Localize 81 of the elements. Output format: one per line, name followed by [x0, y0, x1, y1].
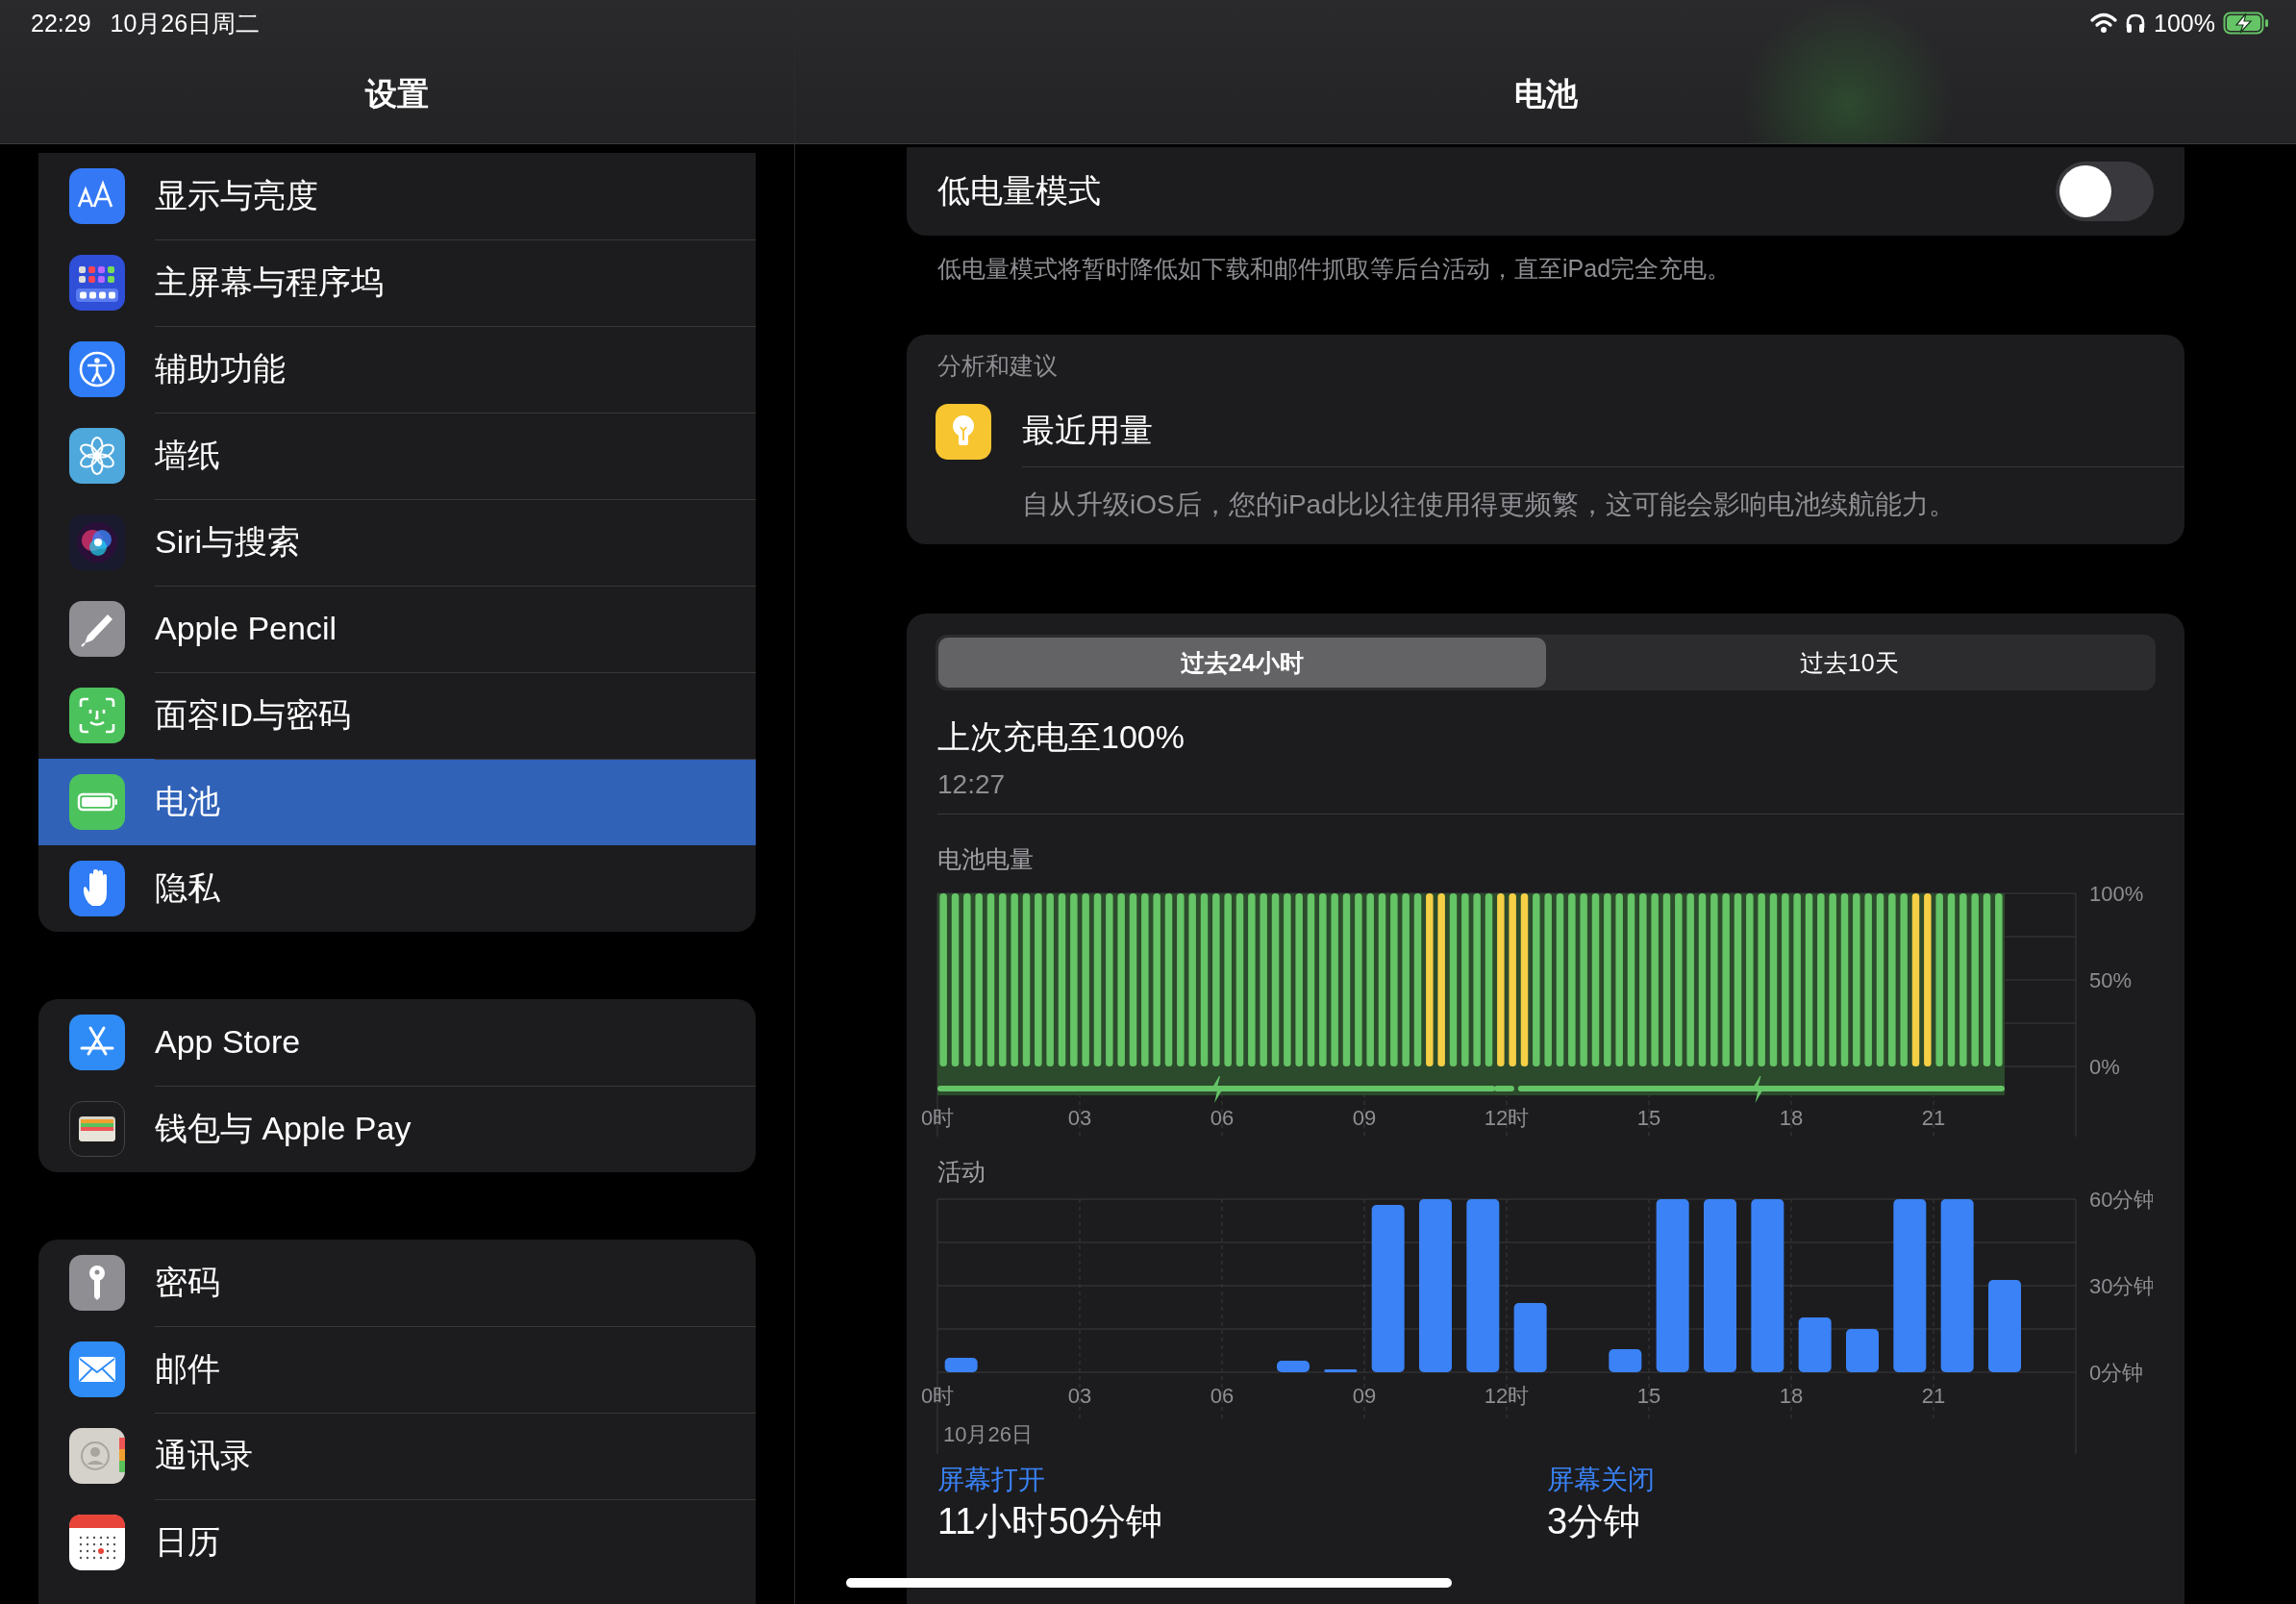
activity-bar	[1513, 1303, 1547, 1372]
last-charge-label: 上次充电至100%	[937, 717, 1185, 757]
footnote: 低电量模式将暂时降低如下载和邮件抓取等后台活动，直至iPad完全充电。	[936, 254, 1733, 284]
insight-title: 最近用量	[1022, 411, 1153, 450]
axis-label: 0分钟	[2089, 1361, 2144, 1385]
insight-description: 自从升级iOS后，您的iPad比以往使用得更频繁，这可能会影响电池续航能力。	[1021, 489, 1957, 521]
contact-card-icon	[69, 1428, 125, 1484]
chart-title: 活动	[937, 1157, 986, 1187]
sidebar-item[interactable]: Apple Pencil	[38, 586, 756, 672]
sidebar-item[interactable]: 通讯录	[38, 1413, 756, 1499]
face-scan-icon	[69, 688, 125, 743]
axis-label: 0%	[2089, 1055, 2120, 1079]
headphones-icon	[2125, 13, 2147, 34]
axis-label: 12时	[1484, 1106, 1530, 1130]
sidebar-item[interactable]: 邮件	[38, 1326, 756, 1413]
siri-orb-icon	[69, 514, 125, 570]
activity-bar	[1846, 1329, 1879, 1372]
sidebar-item[interactable]: 隐私	[38, 845, 756, 932]
wifi-icon	[2090, 13, 2118, 34]
axis-label: 21	[1921, 1106, 1946, 1130]
sidebar-item[interactable]: 墙纸	[38, 413, 756, 499]
axis-label: 06	[1210, 1384, 1235, 1408]
axis-label: 100%	[2089, 882, 2144, 906]
segment-tab[interactable]: 过去24小时	[938, 638, 1546, 688]
axis-label: 0时	[920, 1384, 955, 1408]
battery-percentage: 100%	[2154, 9, 2215, 38]
raised-hand-icon	[69, 861, 125, 916]
axis-label: 18	[1779, 1384, 1804, 1408]
sidebar-title: 设置	[365, 75, 429, 113]
activity-bar	[944, 1358, 978, 1372]
status-time: 22:29	[31, 9, 91, 38]
status-date: 10月26日周二	[110, 8, 261, 38]
key-icon	[69, 1255, 125, 1311]
activity-bar	[1798, 1317, 1832, 1372]
battery-icon	[69, 774, 125, 830]
axis-label: 0时	[920, 1106, 955, 1130]
segment-tab[interactable]: 过去10天	[1545, 638, 2153, 688]
calendar-icon	[69, 1515, 125, 1570]
axis-label: 18	[1779, 1106, 1804, 1130]
text-size-icon	[69, 168, 125, 224]
activity-bar	[1609, 1349, 1642, 1372]
app-store-icon	[69, 1015, 125, 1070]
chart-title: 电池电量	[937, 844, 1035, 874]
section-header: 分析和建议	[936, 351, 1059, 381]
accessibility-icon	[69, 341, 125, 397]
sidebar-item[interactable]: 面容ID与密码	[38, 672, 756, 759]
stat-value: 11小时50分钟	[937, 1502, 1162, 1542]
axis-label: 15	[1636, 1384, 1661, 1408]
sidebar-item[interactable]: App Store	[38, 999, 756, 1086]
flower-icon	[69, 428, 125, 484]
app-grid-icon	[69, 255, 125, 311]
activity-bar	[1277, 1361, 1310, 1372]
sidebar-item[interactable]: 显示与亮度	[38, 153, 756, 239]
stat-label: 屏幕关闭	[1547, 1464, 1655, 1496]
axis-label: 03	[1067, 1384, 1092, 1408]
activity-bar	[1324, 1369, 1358, 1372]
sidebar-item[interactable]: 钱包与 Apple Pay	[38, 1086, 756, 1172]
axis-label: 03	[1067, 1106, 1092, 1130]
sidebar-item[interactable]: 辅助功能	[38, 326, 756, 413]
sidebar-item[interactable]: 密码	[38, 1240, 756, 1326]
last-charge-time: 12:27	[937, 769, 1007, 800]
axis-label: 50%	[2089, 968, 2133, 992]
axis-label: 09	[1352, 1106, 1377, 1130]
sidebar-item[interactable]: Siri与搜索	[38, 499, 756, 586]
pencil-icon	[69, 601, 125, 657]
axis-label: 06	[1210, 1106, 1235, 1130]
axis-label: 15	[1636, 1106, 1661, 1130]
sidebar-item[interactable]: 日历	[38, 1499, 756, 1586]
envelope-icon	[69, 1341, 125, 1397]
axis-label: 09	[1352, 1384, 1377, 1408]
axis-label: 21	[1921, 1384, 1946, 1408]
stat-value: 3分钟	[1547, 1502, 1641, 1542]
wallet-icon	[69, 1101, 125, 1157]
stat-label: 屏幕打开	[937, 1464, 1045, 1496]
date-label: 10月26日	[943, 1422, 1033, 1446]
sidebar-item[interactable]: 主屏幕与程序坞	[38, 239, 756, 326]
setting-label: 低电量模式	[937, 171, 1101, 211]
sidebar-item[interactable]: 电池	[38, 759, 756, 845]
page-title: 电池	[1513, 75, 1578, 113]
axis-label: 12时	[1484, 1384, 1530, 1408]
lightbulb-icon	[936, 403, 991, 460]
